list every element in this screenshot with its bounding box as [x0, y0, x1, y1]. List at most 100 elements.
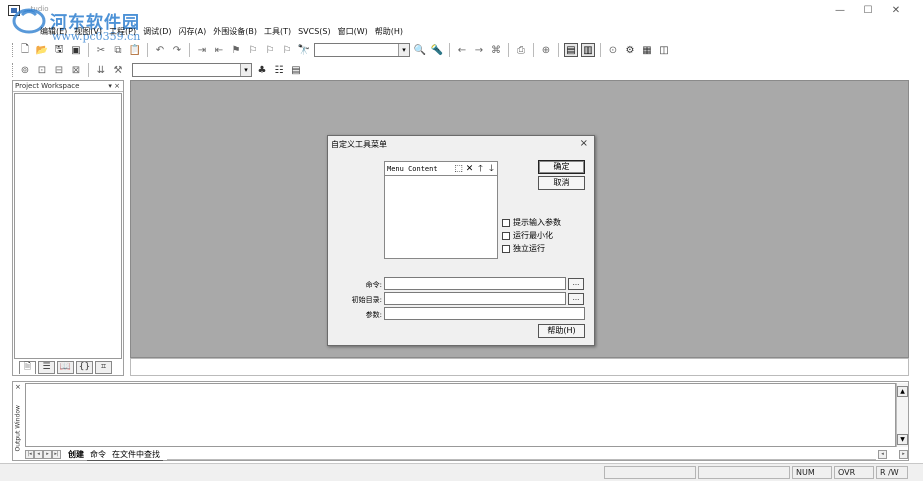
open-folder-icon[interactable]: 📂 — [35, 43, 49, 57]
browse-icon[interactable]: ⌘ — [489, 43, 503, 57]
manage-components-icon[interactable]: ♣ — [255, 63, 269, 77]
project-workspace: Project Workspace ▾ × 🗎 ☰ 📖 {} ⌗ — [12, 80, 124, 376]
regs-tab-icon[interactable]: ☰ — [38, 361, 55, 374]
print-icon[interactable]: ⎙ — [514, 43, 528, 57]
download-icon[interactable]: ⇊ — [94, 63, 108, 77]
copy-icon[interactable]: ⧉ — [111, 43, 125, 57]
books-tab-icon[interactable]: 📖 — [57, 361, 74, 374]
menu-window[interactable]: 窗口(W) — [338, 26, 368, 37]
save-icon[interactable]: 🖫 — [52, 43, 66, 57]
clear-bookmarks-icon[interactable]: ⚐ — [280, 43, 294, 57]
next-bookmark-icon[interactable]: ⚐ — [263, 43, 277, 57]
output-vertical-scrollbar[interactable]: ▲ ▼ — [896, 383, 908, 447]
menu-flash[interactable]: 闪存(A) — [179, 26, 207, 37]
minimize-button[interactable]: — — [832, 4, 848, 18]
tab-next-icon[interactable]: ▸ — [43, 450, 52, 459]
run-independent-checkbox[interactable] — [502, 244, 510, 253]
find-in-files-icon[interactable]: 🔭 — [297, 43, 311, 57]
help-button[interactable]: 帮助(H) — [538, 324, 585, 338]
menu-content-label: Menu Content — [387, 164, 438, 173]
toolbar-grip[interactable] — [12, 63, 15, 77]
workspace-toggle-icon[interactable]: ▤ — [564, 43, 578, 57]
menu-project[interactable]: 工程(P) — [109, 26, 136, 37]
cancel-button[interactable]: 取消 — [538, 176, 585, 190]
scroll-up-icon[interactable]: ▲ — [897, 386, 908, 397]
tab-first-icon[interactable]: |◂ — [25, 450, 34, 459]
scroll-down-icon[interactable]: ▼ — [897, 434, 908, 445]
close-window-button[interactable]: ✕ — [888, 4, 904, 18]
bookmark-icon[interactable]: ⚑ — [229, 43, 243, 57]
new-item-icon[interactable]: ⬚ — [453, 164, 464, 174]
menu-help[interactable]: 帮助(H) — [375, 26, 403, 37]
output-text-area[interactable] — [25, 383, 896, 447]
templates-tab-icon[interactable]: ⌗ — [95, 361, 112, 374]
status-message — [2, 466, 602, 479]
delete-item-icon[interactable]: ✕ — [464, 164, 475, 174]
target-combo[interactable]: ▾ — [132, 63, 252, 77]
maximize-button[interactable]: ☐ — [860, 4, 876, 18]
menu-svcs[interactable]: SVCS(S) — [298, 27, 331, 36]
menu-debug[interactable]: 调试(D) — [143, 26, 171, 37]
redo-icon[interactable]: ↷ — [170, 43, 184, 57]
menu-peripherals[interactable]: 外围设备(B) — [213, 26, 257, 37]
find-combo-arrow-icon[interactable]: ▾ — [398, 44, 409, 56]
target-combo-arrow-icon[interactable]: ▾ — [240, 64, 251, 76]
compile-icon[interactable]: ⊚ — [18, 63, 32, 77]
zoom-icon[interactable]: ⊕ — [539, 43, 553, 57]
menu-tools[interactable]: 工具(T) — [264, 26, 291, 37]
hscroll-left-icon[interactable]: ◂ — [878, 450, 887, 459]
output-tab-find-in-files[interactable]: 在文件中查找 — [109, 449, 163, 461]
stop-build-icon[interactable]: ⊠ — [69, 63, 83, 77]
cut-icon[interactable]: ✂ — [94, 43, 108, 57]
paste-icon[interactable]: 📋 — [128, 43, 142, 57]
toolbar-grip[interactable] — [12, 43, 15, 57]
file-extensions-icon[interactable]: ☷ — [272, 63, 286, 77]
find-icon[interactable]: 🔍 — [413, 43, 427, 57]
source-browser-icon[interactable]: ⊙ — [606, 43, 620, 57]
save-all-icon[interactable]: ▣ — [69, 43, 83, 57]
unindent-icon[interactable]: ⇤ — [212, 43, 226, 57]
files-tab-icon[interactable]: 🗎 — [19, 361, 36, 374]
ok-button[interactable]: 确定 — [538, 160, 585, 174]
prompt-args-checkbox[interactable] — [502, 218, 510, 227]
initial-dir-field[interactable] — [384, 292, 566, 305]
run-independent-checkbox-row[interactable]: 独立运行 — [502, 243, 545, 254]
tab-prev-icon[interactable]: ◂ — [34, 450, 43, 459]
dialog-close-button[interactable]: × — [580, 138, 588, 149]
window-icon[interactable]: ◫ — [657, 43, 671, 57]
build-icon[interactable]: ⊡ — [35, 63, 49, 77]
prompt-args-checkbox-row[interactable]: 提示输入参数 — [502, 217, 561, 228]
output-toggle-icon[interactable]: ▥ — [581, 43, 595, 57]
target-options-icon[interactable]: ⚒ — [111, 63, 125, 77]
output-horizontal-scroll-track[interactable] — [167, 449, 876, 460]
find-combo[interactable]: ▾ — [314, 43, 410, 57]
options-icon[interactable]: ▦ — [640, 43, 654, 57]
functions-tab-icon[interactable]: {} — [76, 361, 93, 374]
nav-forward-icon[interactable]: → — [472, 43, 486, 57]
workspace-tree[interactable] — [14, 93, 122, 359]
nav-back-icon[interactable]: ← — [455, 43, 469, 57]
initial-dir-browse-button[interactable]: ... — [568, 293, 584, 305]
indent-icon[interactable]: ⇥ — [195, 43, 209, 57]
run-minimized-checkbox-row[interactable]: 运行最小化 — [502, 230, 553, 241]
hscroll-right-icon[interactable]: ▸ — [899, 450, 908, 459]
command-browse-button[interactable]: ... — [568, 278, 584, 290]
workspace-controls[interactable]: ▾ × — [108, 81, 120, 91]
output-tab-command[interactable]: 命令 — [87, 449, 109, 461]
tab-last-icon[interactable]: ▸| — [52, 450, 61, 459]
output-tab-build[interactable]: 创建 — [65, 449, 87, 460]
command-field[interactable] — [384, 277, 566, 290]
run-minimized-checkbox[interactable] — [502, 231, 510, 240]
new-file-icon[interactable]: 🗋 — [18, 43, 32, 57]
status-bar: NUM OVR R /W — [0, 463, 923, 481]
incremental-find-icon[interactable]: 🔦 — [430, 43, 444, 57]
arguments-field[interactable] — [384, 307, 585, 320]
prev-bookmark-icon[interactable]: ⚐ — [246, 43, 260, 57]
books-icon[interactable]: ▤ — [289, 63, 303, 77]
rebuild-icon[interactable]: ⊟ — [52, 63, 66, 77]
undo-icon[interactable]: ↶ — [153, 43, 167, 57]
menu-content-list[interactable] — [384, 175, 498, 259]
configure-icon[interactable]: ⚙ — [623, 43, 637, 57]
menu-view[interactable]: 视图(V) — [74, 26, 102, 37]
menu-edit[interactable]: 编辑(E) — [40, 26, 67, 37]
